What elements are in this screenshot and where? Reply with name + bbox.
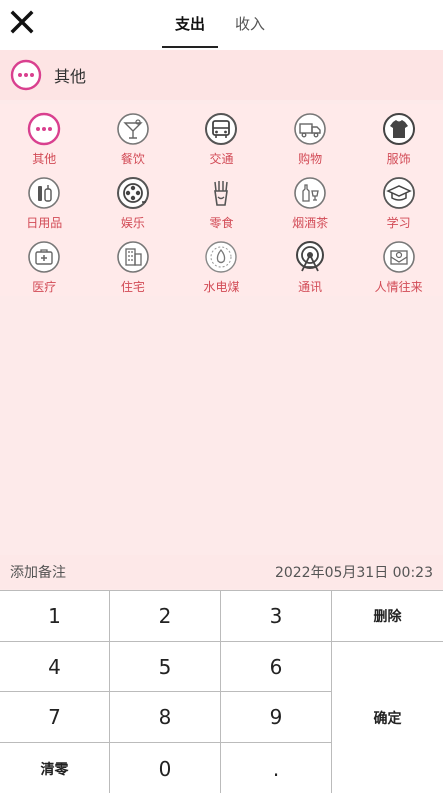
category-label: 通讯 — [298, 280, 323, 294]
category-shopping[interactable]: 购物 — [266, 104, 355, 168]
category-dining[interactable]: 餐饮 — [89, 104, 178, 168]
category-medical[interactable]: 医疗 — [0, 232, 89, 296]
category-snacks[interactable]: 零食 — [177, 168, 266, 232]
key-8[interactable]: 8 — [110, 692, 221, 743]
category-label: 烟酒茶 — [292, 216, 329, 230]
category-entertainment[interactable]: 娱乐 — [89, 168, 178, 232]
truck-icon — [294, 113, 326, 145]
key-9[interactable]: 9 — [221, 692, 332, 743]
category-label: 交通 — [209, 152, 234, 166]
bottle-glass-icon — [294, 177, 326, 209]
category-transport[interactable]: 交通 — [177, 104, 266, 168]
toiletries-icon — [28, 177, 61, 209]
category-clothing[interactable]: 服饰 — [354, 104, 443, 168]
confirm-button[interactable]: 确定 — [332, 642, 443, 793]
close-icon[interactable] — [8, 8, 36, 36]
category-label: 学习 — [386, 216, 411, 230]
film-reel-icon — [116, 177, 149, 209]
medical-kit-icon — [28, 241, 61, 273]
header-bar: 支出 收入 — [0, 0, 443, 50]
envelope-gift-icon — [382, 241, 415, 273]
key-2[interactable]: 2 — [110, 591, 221, 642]
category-tobacco-alcohol-tea[interactable]: 烟酒茶 — [266, 168, 355, 232]
category-label: 住宅 — [120, 280, 145, 294]
key-5[interactable]: 5 — [110, 642, 221, 692]
number-keypad: 1 2 3 删除 4 5 6 确定 7 8 9 清零 0 . — [0, 590, 443, 793]
cocktail-icon — [117, 113, 149, 145]
key-6[interactable]: 6 — [221, 642, 332, 692]
category-communication[interactable]: 通讯 — [266, 232, 355, 296]
tab-expense[interactable]: 支出 — [160, 0, 220, 50]
add-note-button[interactable]: 添加备注 — [10, 562, 66, 582]
category-housing[interactable]: 住宅 — [89, 232, 178, 296]
category-label: 医疗 — [32, 280, 57, 294]
more-dots-icon — [28, 112, 61, 146]
more-dots-icon — [10, 59, 42, 91]
delete-button[interactable]: 删除 — [332, 591, 443, 642]
category-study[interactable]: 学习 — [354, 168, 443, 232]
category-label: 零食 — [209, 216, 234, 230]
category-label: 服饰 — [386, 152, 411, 166]
selected-category-label: 其他 — [54, 67, 87, 86]
key-3[interactable]: 3 — [221, 591, 332, 642]
category-label: 餐饮 — [120, 152, 145, 166]
key-dot[interactable]: . — [221, 743, 332, 793]
note-row: 添加备注 2022年05月31日 00:23 — [0, 555, 443, 589]
key-4[interactable]: 4 — [0, 642, 110, 692]
category-social-gifts[interactable]: 人情往来 — [354, 232, 443, 296]
category-label: 人情往来 — [374, 280, 423, 294]
tshirt-icon — [382, 113, 415, 145]
tab-income[interactable]: 收入 — [220, 0, 280, 50]
category-utilities[interactable]: 水电煤 — [177, 232, 266, 296]
key-1[interactable]: 1 — [0, 591, 110, 642]
category-label: 水电煤 — [203, 280, 240, 294]
building-icon — [117, 241, 149, 273]
category-grid: 其他 餐饮 交通 购物 服饰 日用品 娱乐 零食 烟酒茶 学习 医疗 住宅 水电… — [0, 104, 443, 296]
key-0[interactable]: 0 — [110, 743, 221, 793]
fries-icon — [214, 181, 229, 206]
category-label: 日用品 — [26, 216, 63, 230]
signal-tower-icon — [296, 241, 325, 272]
clear-button[interactable]: 清零 — [0, 743, 110, 793]
graduation-cap-icon — [382, 177, 415, 209]
category-other[interactable]: 其他 — [0, 104, 89, 168]
date-time-picker[interactable]: 2022年05月31日 00:23 — [275, 562, 433, 582]
utility-flame-icon — [205, 241, 238, 273]
category-label: 娱乐 — [120, 216, 145, 230]
category-label: 其他 — [32, 152, 57, 166]
key-7[interactable]: 7 — [0, 692, 110, 743]
bus-icon — [205, 113, 238, 145]
category-daily-goods[interactable]: 日用品 — [0, 168, 89, 232]
selected-category-bar: 其他 — [0, 50, 443, 100]
type-tabs: 支出 收入 — [160, 0, 280, 50]
category-label: 购物 — [298, 152, 323, 166]
